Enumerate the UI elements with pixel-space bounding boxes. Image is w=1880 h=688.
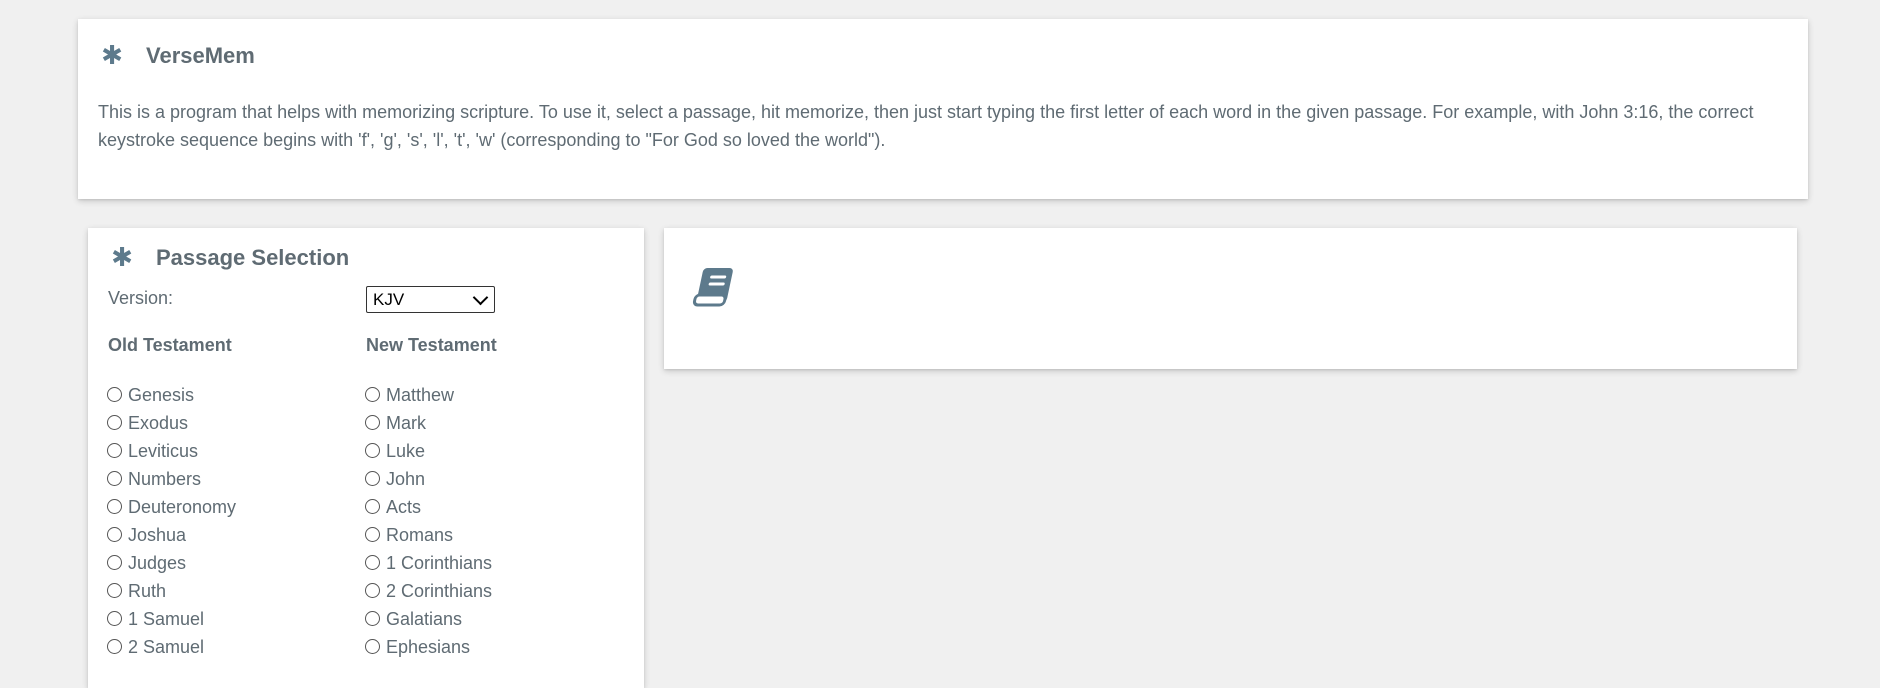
intro-card: ✱ VerseMem This is a program that helps … [78,19,1808,199]
radio-button[interactable] [365,554,380,570]
radio-button[interactable] [365,470,380,486]
book-label: Mark [386,412,426,433]
book-option-leviticus[interactable]: Leviticus [107,437,236,465]
book-label: Judges [128,552,187,573]
passage-display-card [664,228,1797,369]
book-option-2-samuel[interactable]: 2 Samuel [107,633,236,661]
radio-button[interactable] [107,470,122,486]
radio-button[interactable] [107,638,122,654]
book-option-1-samuel[interactable]: 1 Samuel [107,605,236,633]
selection-title: Passage Selection [156,245,350,270]
book-option-judges[interactable]: Judges [107,549,236,577]
radio-button[interactable] [107,610,122,626]
radio-button[interactable] [365,582,380,598]
radio-button[interactable] [365,498,380,514]
radio-button[interactable] [365,414,380,430]
version-label: Version: [108,288,174,308]
radio-button[interactable] [365,386,380,402]
old-testament-heading: Old Testament [108,335,232,355]
book-label: Galatians [386,608,463,629]
book-label: Acts [386,496,422,517]
book-label: Matthew [386,384,455,405]
asterisk-icon: ✱ [111,243,133,273]
book-option-matthew[interactable]: Matthew [365,381,492,409]
book-label: Genesis [128,384,195,405]
book-label: John [386,468,426,489]
radio-button[interactable] [365,610,380,626]
radio-button[interactable] [107,414,122,430]
book-label: Romans [386,524,454,545]
book-label: Leviticus [128,440,199,461]
new-testament-heading: New Testament [366,335,497,355]
book-option-luke[interactable]: Luke [365,437,492,465]
app-title: VerseMem [146,43,255,68]
book-option-acts[interactable]: Acts [365,493,492,521]
book-option-ruth[interactable]: Ruth [107,577,236,605]
book-label: Exodus [128,412,189,433]
book-option-2-corinthians[interactable]: 2 Corinthians [365,577,492,605]
book-label: Joshua [128,524,187,545]
version-value: KJV [373,289,405,309]
app-description: This is a program that helps with memori… [98,102,1754,150]
book-option-exodus[interactable]: Exodus [107,409,236,437]
radio-button[interactable] [107,582,122,598]
old-testament-list: Genesis Exodus Leviticus Numbers Deutero… [107,381,236,661]
radio-button[interactable] [107,386,122,402]
selection-title-row: ✱ Passage Selection [110,245,349,271]
book-option-john[interactable]: John [365,465,492,493]
book-option-ephesians[interactable]: Ephesians [365,633,492,661]
asterisk-icon: ✱ [101,41,123,71]
new-testament-list: Matthew Mark Luke John Acts Romans 1 Cor… [365,381,492,661]
book-option-joshua[interactable]: Joshua [107,521,236,549]
book-option-numbers[interactable]: Numbers [107,465,236,493]
book-option-genesis[interactable]: Genesis [107,381,236,409]
book-label: 2 Corinthians [386,580,493,601]
book-option-1-corinthians[interactable]: 1 Corinthians [365,549,492,577]
book-label: Deuteronomy [128,496,237,517]
radio-button[interactable] [365,638,380,654]
book-label: Ephesians [386,636,471,657]
book-label: Numbers [128,468,202,489]
book-option-mark[interactable]: Mark [365,409,492,437]
intro-title-row: ✱ VerseMem [100,43,255,69]
book-option-romans[interactable]: Romans [365,521,492,549]
book-option-deuteronomy[interactable]: Deuteronomy [107,493,236,521]
radio-button[interactable] [107,554,122,570]
book-label: 2 Samuel [128,636,205,657]
radio-button[interactable] [107,442,122,458]
book-option-galatians[interactable]: Galatians [365,605,492,633]
passage-selection-card: ✱ Passage Selection Version: KJV Old Tes… [88,228,644,688]
book-label: 1 Samuel [128,608,205,629]
radio-button[interactable] [107,526,122,542]
radio-button[interactable] [365,442,380,458]
chevron-down-icon [472,289,489,305]
book-icon [691,266,735,313]
radio-button[interactable] [365,526,380,542]
book-label: Luke [386,440,426,461]
version-select[interactable]: KJV [366,286,495,313]
book-label: 1 Corinthians [386,552,493,573]
radio-button[interactable] [107,498,122,514]
book-label: Ruth [128,580,167,601]
